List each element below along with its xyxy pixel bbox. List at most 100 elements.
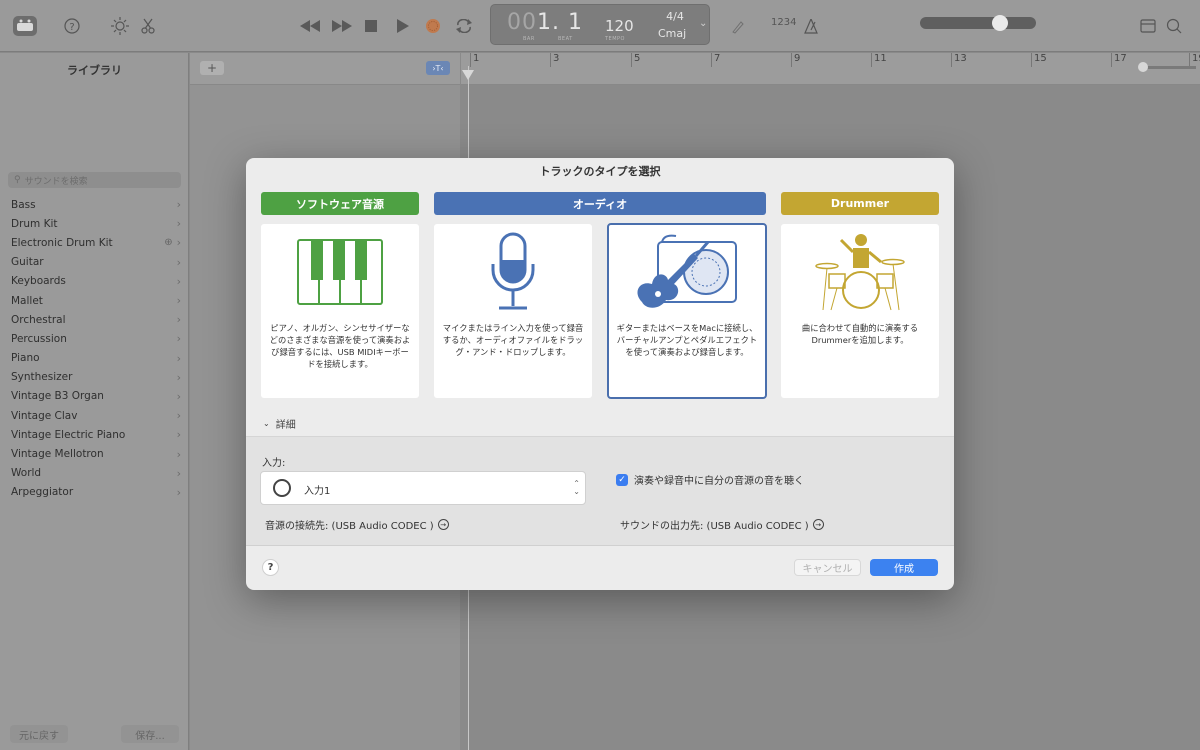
library-item-label: Vintage B3 Organ: [11, 390, 104, 403]
library-item-label: Arpeggiator: [11, 486, 74, 499]
microphone-description: マイクまたはライン入力を使って録音するか、オーディオファイルをドラッグ・アンド・…: [442, 323, 584, 357]
help-button[interactable]: ?: [262, 559, 279, 576]
monitoring-label: 演奏や録音中に自分の音源の音を聴く: [634, 476, 804, 487]
create-button[interactable]: 作成: [870, 559, 938, 576]
lcd-beat-caption: BEAT: [558, 36, 573, 42]
master-volume-slider[interactable]: [920, 17, 1036, 29]
library-item-label: Mallet: [11, 294, 43, 307]
input-label: 入力:: [262, 458, 286, 469]
category-drummer[interactable]: Drummer: [781, 192, 939, 215]
library-item[interactable]: Percussion ›: [0, 329, 189, 348]
zoom-slider-knob[interactable]: [1138, 62, 1148, 72]
library-item[interactable]: Guitar ›: [0, 253, 189, 272]
library-panel: ライブラリ ⚲ サウンドを検索 Bass › Drum Kit › Electron…: [0, 53, 189, 750]
chevron-right-icon: ›: [176, 485, 181, 499]
tuner-icon[interactable]: [725, 13, 751, 39]
playhead-handle[interactable]: [462, 70, 474, 80]
notepad-icon[interactable]: [1135, 13, 1161, 39]
loop-browser-icon[interactable]: [1161, 13, 1187, 39]
category-software-instrument[interactable]: ソフトウェア音源: [261, 192, 419, 215]
ruler-tick: 19: [1189, 53, 1200, 67]
lcd-display[interactable]: 001. 1 BAR BEAT 120 TEMPO 4/4 Cmaj ⌄: [490, 4, 710, 45]
chevron-right-icon: ›: [176, 389, 181, 403]
library-search-input[interactable]: ⚲ サウンドを検索: [8, 172, 181, 188]
play-icon[interactable]: [390, 13, 416, 39]
quick-help-icon[interactable]: ?: [59, 13, 85, 39]
revert-button[interactable]: 元に戻す: [10, 725, 68, 743]
library-item-label: Keyboards: [11, 275, 66, 288]
lcd-bar-dim: 00: [507, 10, 537, 35]
add-track-button[interactable]: +: [200, 61, 224, 75]
library-item[interactable]: Electronic Drum Kit ⊕ ›: [0, 233, 189, 252]
editors-scissors-icon[interactable]: [135, 13, 161, 39]
library-item[interactable]: Vintage B3 Organ ›: [0, 387, 189, 406]
library-item[interactable]: Orchestral ›: [0, 310, 189, 329]
library-item[interactable]: Synthesizer ›: [0, 368, 189, 387]
control-bar: ? 001. 1 BAR BEAT 120 TEMPO 4/4 Cmaj ⌄ 1…: [0, 0, 1200, 52]
drummer-card[interactable]: 曲に合わせて自動的に演奏するDrummerを追加します。: [781, 224, 939, 398]
guitar-description: ギターまたはベースをMacに接続し、バーチャルアンプとペダルエフェクトを使って演…: [616, 323, 758, 357]
lcd-tempo: 120: [605, 17, 634, 35]
metronome-icon[interactable]: [798, 13, 824, 39]
lcd-bar-caption: BAR: [523, 36, 535, 42]
chevron-right-icon: ›: [176, 236, 181, 250]
count-in-button[interactable]: 1234: [771, 17, 796, 28]
software-instrument-card[interactable]: ピアノ、オルガン、シンセサイザーなどのさまざまな音源を使って演奏および録音するに…: [261, 224, 419, 398]
zoom-slider[interactable]: [1140, 66, 1196, 69]
library-item[interactable]: Bass ›: [0, 195, 189, 214]
chevron-down-icon: ⌄: [263, 419, 270, 428]
cancel-button[interactable]: キャンセル: [794, 559, 861, 576]
track-type-dialog: トラックのタイプを選択 ソフトウェア音源 オーディオ Drummer ピアノ、オ…: [246, 158, 954, 590]
lcd-key: Cmaj: [658, 27, 687, 40]
rewind-icon[interactable]: [297, 13, 323, 39]
go-arrow-icon[interactable]: →: [437, 519, 449, 530]
chevron-right-icon: ›: [176, 428, 181, 442]
catch-playhead-icon[interactable]: ›T‹: [426, 61, 450, 75]
library-list: Bass › Drum Kit › Electronic Drum Kit ⊕ › Gu…: [0, 195, 189, 502]
select-arrows-icon: ⌃ ⌄: [573, 479, 580, 496]
monitoring-checkbox[interactable]: ✓: [616, 473, 628, 486]
library-item[interactable]: Vintage Mellotron ›: [0, 444, 189, 463]
chevron-right-icon: ›: [176, 351, 181, 365]
stop-icon[interactable]: [358, 13, 384, 39]
library-item[interactable]: Vintage Electric Piano ›: [0, 425, 189, 444]
library-search-placeholder: サウンドを検索: [24, 176, 88, 187]
library-item[interactable]: Drum Kit ›: [0, 214, 189, 233]
monitoring-checkbox-row[interactable]: ✓ 演奏や録音中に自分の音源の音を聴く: [616, 472, 804, 487]
download-icon[interactable]: ⊕: [164, 237, 172, 248]
guitar-card[interactable]: ギターまたはベースをMacに接続し、バーチャルアンプとペダルエフェクトを使って演…: [607, 223, 767, 399]
library-item[interactable]: Piano ›: [0, 349, 189, 368]
library-icon[interactable]: [12, 13, 38, 39]
go-arrow-icon[interactable]: →: [812, 519, 824, 530]
record-icon[interactable]: [420, 13, 446, 39]
library-item[interactable]: World ›: [0, 464, 189, 483]
library-save-button[interactable]: 保存...: [121, 725, 179, 743]
library-item[interactable]: Arpeggiator ›: [0, 483, 189, 502]
library-item-label: Synthesizer: [11, 371, 73, 384]
track-header-bar: + ›T‹: [190, 53, 460, 85]
lcd-chevron-icon[interactable]: ⌄: [699, 18, 707, 29]
output-device-info: サウンドの出力先: (USB Audio CODEC ) →: [620, 517, 824, 532]
ruler-tick: 1: [470, 53, 479, 67]
svg-text:?: ?: [69, 22, 74, 33]
timeline-ruler[interactable]: 1 3 5 7 9 11 13 15 17 19: [461, 53, 1200, 85]
microphone-card[interactable]: マイクまたはライン入力を使って録音するか、オーディオファイルをドラッグ・アンド・…: [434, 224, 592, 398]
chevron-right-icon: ›: [176, 466, 181, 480]
fast-forward-icon[interactable]: [329, 13, 355, 39]
input-select[interactable]: 入力1 ⌃ ⌄: [260, 471, 586, 505]
library-item[interactable]: Keyboards ›: [0, 272, 189, 291]
cycle-icon[interactable]: [451, 13, 477, 39]
master-volume-knob[interactable]: [992, 15, 1008, 31]
input-device-info: 音源の接続先: (USB Audio CODEC ) →: [265, 517, 449, 532]
library-item-label: Electronic Drum Kit: [11, 236, 113, 249]
chevron-right-icon: ›: [176, 370, 181, 384]
smart-controls-icon[interactable]: [107, 13, 133, 39]
chevron-right-icon: ›: [176, 274, 181, 288]
ruler-tick: 7: [711, 53, 720, 67]
library-item[interactable]: Vintage Clav ›: [0, 406, 189, 425]
library-item[interactable]: Mallet ›: [0, 291, 189, 310]
details-disclosure[interactable]: ⌄ 詳細: [263, 416, 296, 431]
category-audio[interactable]: オーディオ: [434, 192, 766, 215]
chevron-right-icon: ›: [176, 255, 181, 269]
ruler-tick: 11: [871, 53, 887, 67]
